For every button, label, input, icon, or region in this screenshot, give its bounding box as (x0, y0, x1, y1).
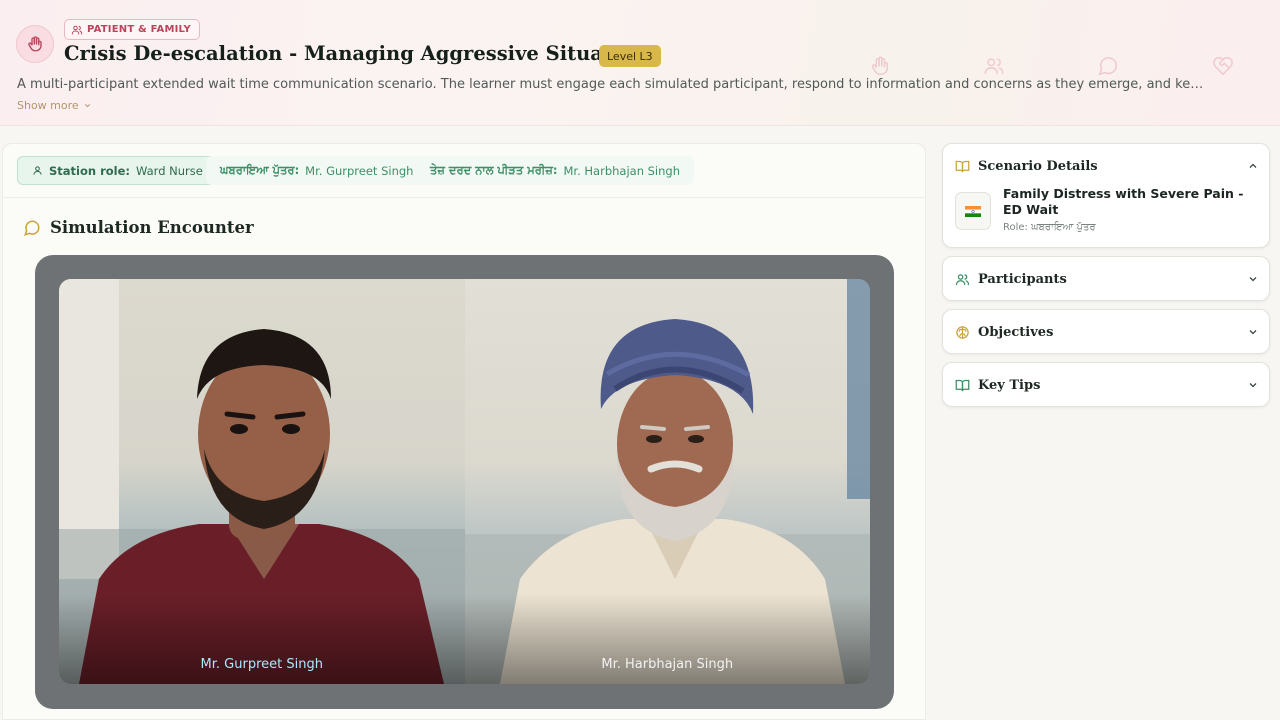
scenario-header: PATIENT & FAMILY Crisis De-escalation - … (0, 0, 1280, 126)
participant-role-chip: ਤੇਜ਼ ਦਰਦ ਨਾਲ ਪੀੜਤ ਮਰੀਜ਼: Mr. Harbhajan S… (416, 156, 695, 185)
scenario-details-card: Scenario Details Family Distress with Se… (942, 143, 1270, 248)
chip-label: ਘਬਰਾਇਆ ਪੁੱਤਰ: (220, 163, 300, 177)
user-icon (33, 166, 42, 175)
chevron-down-icon[interactable] (1247, 326, 1259, 338)
level-badge: Level L3 (599, 45, 661, 67)
chevron-down-icon (84, 104, 90, 108)
scenario-item[interactable]: Family Distress with Severe Pain - ED Wa… (955, 186, 1259, 238)
brain-icon (956, 325, 969, 339)
section-title: Simulation Encounter (23, 218, 254, 237)
chip-value: Mr. Harbhajan Singh (563, 163, 681, 178)
chat-icon (1098, 57, 1117, 76)
video-grid: Mr. Gurpreet Singh Mr. Harbhajan Singh (59, 279, 870, 684)
scenario-name: Family Distress with Severe Pain - ED Wa… (1003, 186, 1244, 217)
india-flag-icon (955, 192, 991, 230)
chip-value: Mr. Gurpreet Singh (305, 163, 414, 178)
objectives-card[interactable]: Objectives (942, 309, 1270, 354)
category-badge: PATIENT & FAMILY (64, 19, 200, 40)
chevron-up-icon[interactable] (1247, 160, 1259, 172)
book-icon (955, 160, 970, 172)
scenario-description: A multi-participant extended wait time c… (17, 77, 1207, 92)
chip-label: Station role: (49, 163, 130, 178)
hand-icon (871, 56, 889, 75)
hand-icon (16, 25, 54, 63)
participant-name: Mr. Harbhajan Singh (601, 657, 734, 672)
video-frame: Mr. Gurpreet Singh Mr. Harbhajan Singh (35, 255, 894, 709)
participant-role-chip: ਘਬਰਾਇਆ ਪੁੱਤਰ: Mr. Gurpreet Singh (206, 156, 428, 185)
participant-video-tile[interactable]: Mr. Gurpreet Singh (59, 279, 465, 684)
category-label: PATIENT & FAMILY (87, 24, 191, 35)
chevron-down-icon[interactable] (1247, 273, 1259, 285)
chevron-down-icon[interactable] (1247, 379, 1259, 391)
chat-icon (24, 220, 40, 236)
chip-value: Ward Nurse (135, 163, 203, 178)
show-more-button[interactable]: Show more (17, 99, 92, 112)
card-title: Objectives (978, 324, 1054, 340)
participant-name: Mr. Gurpreet Singh (200, 657, 323, 672)
card-title: Scenario Details (978, 158, 1098, 174)
scenario-details-header[interactable]: Scenario Details (955, 144, 1259, 188)
book-icon (955, 379, 970, 391)
key-tips-card[interactable]: Key Tips (942, 362, 1270, 407)
divider (3, 197, 925, 198)
users-icon (955, 273, 970, 285)
participants-card[interactable]: Participants (942, 256, 1270, 301)
participants-header[interactable]: Participants (955, 257, 1259, 301)
users-icon (984, 58, 1004, 75)
page-title: Crisis De-escalation - Managing Aggressi… (64, 42, 658, 65)
heart-handshake-icon (1213, 57, 1233, 76)
scenario-role: Role: ਘਬਰਾਇਆ ਪੁੱਤਰ (1003, 222, 1096, 233)
participant-video-tile[interactable]: Mr. Harbhajan Singh (464, 279, 870, 684)
objectives-header[interactable]: Objectives (955, 310, 1259, 354)
chip-label: ਤੇਜ਼ ਦਰਦ ਨਾਲ ਪੀੜਤ ਮਰੀਜ਼: (430, 163, 558, 177)
section-title-label: Simulation Encounter (50, 218, 254, 237)
card-title: Key Tips (978, 377, 1041, 393)
encounter-panel: Station role: Ward Nurse ਘਬਰਾਇਆ ਪੁੱਤਰ: M… (2, 143, 926, 720)
card-title: Participants (978, 271, 1067, 287)
key-tips-header[interactable]: Key Tips (955, 363, 1259, 407)
show-more-label: Show more (17, 99, 79, 112)
users-icon (71, 25, 83, 34)
station-role-chip: Station role: Ward Nurse (17, 156, 218, 185)
